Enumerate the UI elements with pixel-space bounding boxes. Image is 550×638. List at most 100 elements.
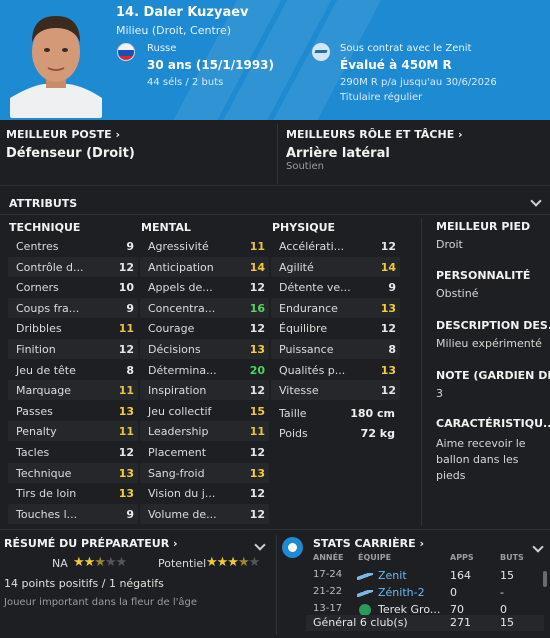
attribute-name: Détermina... xyxy=(148,363,217,377)
attribute-value: 14 xyxy=(249,260,265,274)
attribute-row[interactable]: Jeu de tête 8 xyxy=(8,360,138,380)
weight-label: Poids xyxy=(279,427,308,440)
attribute-row[interactable]: Centres 9 xyxy=(8,236,138,256)
attribute-row[interactable]: Volume de... 12 xyxy=(140,503,269,524)
chevron-down-icon[interactable] xyxy=(532,541,544,553)
attribute-row[interactable]: Courage 12 xyxy=(140,318,269,338)
attribute-name: Finition xyxy=(16,343,56,356)
best-position-title[interactable]: MEILLEUR POSTE › xyxy=(6,128,120,141)
attribute-name: Endurance xyxy=(279,301,338,315)
attribute-row[interactable]: Appels de... 12 xyxy=(140,277,269,297)
header-goals: BUTS xyxy=(500,553,524,562)
bottom-panels: RÉSUMÉ DU PRÉPARATEUR › NA ★★★★★ Potenti… xyxy=(0,531,550,638)
attribute-value: 12 xyxy=(380,240,396,253)
attribute-name: Équilibre xyxy=(279,322,328,336)
attribute-name: Qualités p... xyxy=(279,363,346,377)
attribute-row[interactable]: Dribbles 11 xyxy=(8,318,138,338)
attribute-row[interactable]: Jeu collectif 15 xyxy=(140,401,269,421)
scrollbar[interactable] xyxy=(543,571,547,587)
attribute-row[interactable]: Corners 10 xyxy=(8,277,138,297)
attribute-row[interactable]: Agilité 14 xyxy=(271,256,400,277)
divider xyxy=(277,124,278,184)
attribute-value: 11 xyxy=(118,384,134,398)
attribute-row[interactable]: Tirs de loin 13 xyxy=(8,483,138,503)
header-year: ANNÉE xyxy=(313,553,344,562)
attribute-row[interactable]: Finition 12 xyxy=(8,339,138,359)
player-wage: 290M R p/a jusqu'au 30/6/2026 xyxy=(340,77,497,88)
attribute-value: 13 xyxy=(380,363,396,377)
attribute-value: 11 xyxy=(249,425,265,439)
chevron-down-icon[interactable] xyxy=(254,539,266,551)
career-row[interactable]: 17-24 Zenit 164 15 xyxy=(0,569,550,585)
attribute-row[interactable]: Coups fra... 9 xyxy=(8,297,138,318)
attribute-row[interactable]: Inspiration 12 xyxy=(140,380,269,401)
header-team: ÉQUIPE xyxy=(358,553,392,562)
attribute-name: Sang-froid xyxy=(148,466,205,480)
attribute-row[interactable]: Vision du j... 12 xyxy=(140,483,269,503)
attribute-row[interactable]: Accélérati... 12 xyxy=(271,236,400,256)
best-role-title[interactable]: MEILLEURS RÔLE ET TÂCHE › xyxy=(286,128,463,141)
attribute-row[interactable]: Équilibre 12 xyxy=(271,318,400,338)
attribute-row[interactable]: Placement 12 xyxy=(140,442,269,462)
attribute-row[interactable]: Endurance 13 xyxy=(271,297,400,318)
attribute-row[interactable]: Concentra... 16 xyxy=(140,297,269,318)
attribute-value: 12 xyxy=(249,384,265,398)
attribute-row[interactable]: Touches l... 9 xyxy=(8,503,138,524)
attribute-row[interactable]: Décisions 13 xyxy=(140,339,269,359)
weight-value: 72 kg xyxy=(360,427,395,440)
attribute-name: Penalty xyxy=(16,425,57,439)
attribute-row[interactable]: Technique 13 xyxy=(8,462,138,483)
attribute-row[interactable]: Tacles 12 xyxy=(8,442,138,462)
attribute-name: Technique xyxy=(16,466,72,480)
career-row[interactable]: 21-22 Zénith-2 0 - xyxy=(0,586,550,602)
attribute-row[interactable]: Marquage 11 xyxy=(8,380,138,401)
attribute-row[interactable]: Passes 13 xyxy=(8,401,138,421)
attribute-row[interactable]: Anticipation 14 xyxy=(140,256,269,277)
best-position-value: Défenseur (Droit) xyxy=(6,146,135,161)
attributes-header[interactable]: ATTRIBUTS xyxy=(0,192,550,214)
attribute-row[interactable]: Vitesse 12 xyxy=(271,380,400,401)
age-dob: 30 ans (15/1/1993) xyxy=(147,58,275,72)
player-description: DESCRIPTION DES... Milieu expérimenté xyxy=(436,319,550,350)
best-role-value: Arrière latéral xyxy=(286,146,390,161)
attribute-row[interactable]: Détente ve... 9 xyxy=(271,277,400,297)
attribute-name: Tirs de loin xyxy=(16,487,77,501)
attribute-name: Décisions xyxy=(148,343,201,356)
divider xyxy=(421,218,422,526)
attribute-row[interactable]: Penalty 11 xyxy=(8,421,138,442)
attribute-row[interactable]: Puissance 8 xyxy=(271,339,400,359)
attribute-row[interactable]: Contrôle d... 12 xyxy=(8,256,138,277)
attribute-name: Vitesse xyxy=(279,384,319,398)
attribute-name: Corners xyxy=(16,281,59,295)
positions-row: MEILLEUR POSTE › Défenseur (Droit) MEILL… xyxy=(0,120,550,186)
player-value: Évalué à 450M R xyxy=(340,58,452,72)
career-stats-title[interactable]: STATS CARRIÈRE › xyxy=(313,537,424,550)
attribute-value: 11 xyxy=(249,240,265,253)
coach-report-title[interactable]: RÉSUMÉ DU PRÉPARATEUR › xyxy=(4,537,178,550)
best-role-panel[interactable]: MEILLEURS RÔLE ET TÂCHE › Arrière latéra… xyxy=(286,120,546,186)
attribute-row[interactable]: Agressivité 11 xyxy=(140,236,269,256)
height-value: 180 cm xyxy=(350,407,395,420)
attribute-name: Touches l... xyxy=(16,507,78,521)
attribute-name: Inspiration xyxy=(148,384,207,398)
attribute-name: Puissance xyxy=(279,343,334,356)
attribute-name: Marquage xyxy=(16,384,72,398)
player-traits: CARACTÉRISTIQU... Aime recevoir le ballon… xyxy=(436,417,550,482)
divider xyxy=(276,535,277,635)
attribute-name: Passes xyxy=(16,404,53,418)
attribute-row[interactable]: Détermina... 20 xyxy=(140,360,269,380)
attribute-value: 12 xyxy=(118,343,134,356)
attribute-value: 15 xyxy=(249,404,265,418)
club-badge-icon xyxy=(312,43,330,61)
attribute-row[interactable]: Qualités p... 13 xyxy=(271,360,400,380)
attribute-value: 12 xyxy=(380,322,396,336)
attribute-value: 9 xyxy=(126,507,134,521)
player-name: 14. Daler Kuzyaev xyxy=(116,5,249,20)
attribute-row[interactable]: Sang-froid 13 xyxy=(140,462,269,483)
attribute-name: Volume de... xyxy=(148,507,217,521)
attribute-value: 12 xyxy=(118,446,134,459)
best-position-panel[interactable]: MEILLEUR POSTE › Défenseur (Droit) xyxy=(6,120,274,186)
nationality: Russe xyxy=(147,43,177,54)
chevron-down-icon[interactable] xyxy=(530,195,542,207)
attribute-row[interactable]: Leadership 11 xyxy=(140,421,269,442)
